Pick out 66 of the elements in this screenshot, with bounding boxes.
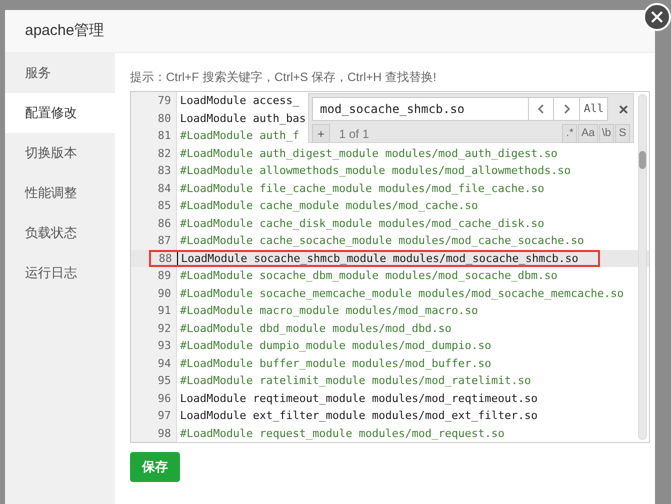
line-number: 86 <box>156 216 172 232</box>
code-line: #LoadModule auth_digest_module modules/mod_auth_digest.so <box>179 146 558 160</box>
match-count: 1 of 1 <box>339 126 370 142</box>
close-button[interactable] <box>643 3 671 31</box>
code-line: #LoadModule allowmethods_module modules/mod_allowmethods.so <box>179 164 571 178</box>
sidebar-tab[interactable]: 负载状态 <box>5 213 115 253</box>
code-line: #LoadModule cache_socache_module modules/mod_cache_socache.so <box>179 234 584 248</box>
sidebar-tab[interactable]: 服务 <box>5 53 115 93</box>
search-option-button[interactable]: \b <box>598 124 614 143</box>
line-number: 88 <box>158 252 173 265</box>
line-number: 79 <box>156 93 172 110</box>
search-input[interactable]: mod_socache_shmcb.so <box>312 97 529 121</box>
code-line: LoadModule auth_bas <box>179 112 306 125</box>
code-line: #LoadModule socache_memcache_module modules/mod_socache_memcache.so <box>179 286 624 300</box>
line-number: 80 <box>156 110 172 127</box>
code-line: LoadModule reqtimeout_module modules/mod_reqtimeout.so <box>179 392 538 405</box>
previous-button[interactable] <box>528 97 554 121</box>
code-line: LoadModule socache_shmcb_module modules/mod_socache_shmcb.so <box>177 252 578 265</box>
code-line: #LoadModule auth_f <box>179 129 300 142</box>
code-editor[interactable] <box>130 91 650 443</box>
line-number: 85 <box>156 198 172 214</box>
line-number: 83 <box>156 163 172 180</box>
line-number: 97 <box>156 408 172 424</box>
search-option-button[interactable]: Aa <box>578 124 598 143</box>
dialog-title: apache管理 <box>25 20 104 41</box>
next-button[interactable] <box>554 97 580 121</box>
line-number: 94 <box>156 356 172 372</box>
line-number: 89 <box>156 268 172 284</box>
chevron-right-icon <box>562 104 571 114</box>
line-number: 90 <box>156 286 172 302</box>
code-line: #LoadModule ratelimit_module modules/mod_ratelimit.so <box>179 374 531 388</box>
code-line: #LoadModule socache_dbm_module modules/mod_socache_dbm.so <box>179 269 558 282</box>
chevron-left-icon <box>537 104 546 114</box>
line-number: 95 <box>156 373 172 390</box>
line-number: 87 <box>156 233 172 250</box>
code-line: LoadModule access_ <box>179 94 300 108</box>
sidebar-tab[interactable]: 运行日志 <box>5 253 115 293</box>
close-icon <box>618 104 628 114</box>
add-button[interactable]: + <box>312 124 330 143</box>
sidebar-tab[interactable]: 配置修改 <box>5 93 115 133</box>
hint-text: 提示：Ctrl+F 搜索关键字，Ctrl+S 保存，Ctrl+H 查找替换! <box>130 69 438 85</box>
close-icon <box>651 11 663 23</box>
sidebar-tab[interactable]: 切换版本 <box>5 133 115 173</box>
all-button[interactable]: All <box>580 97 608 121</box>
code-line: #LoadModule request_module modules/mod_request.so <box>179 426 505 440</box>
line-number: 98 <box>156 426 172 442</box>
sidebar-tab[interactable]: 性能调整 <box>5 173 115 213</box>
code-line: #LoadModule cache_module modules/mod_cache.so <box>179 199 478 212</box>
code-line: #LoadModule buffer_module modules/mod_buffer.so <box>179 356 492 370</box>
code-line: #LoadModule dbd_module modules/mod_dbd.so <box>179 322 452 335</box>
search-option-button[interactable]: .* <box>562 124 578 143</box>
code-line: #LoadModule dumpio_module modules/mod_dumpio.so <box>179 339 492 352</box>
code-line: LoadModule ext_filter_module modules/mod_ext_filter.so <box>179 409 538 422</box>
line-number: 92 <box>156 320 172 337</box>
code-line: #LoadModule file_cache_module modules/mod_file_cache.so <box>179 182 544 195</box>
scrollbar[interactable] <box>638 94 647 440</box>
line-number: 91 <box>156 303 172 320</box>
line-number: 81 <box>156 128 172 144</box>
code-line: #LoadModule macro_module modules/mod_macro.so <box>179 304 478 318</box>
line-number: 82 <box>156 146 172 162</box>
code-line: #LoadModule cache_disk_module modules/mod_cache_disk.so <box>179 216 544 230</box>
scrollbar-thumb[interactable] <box>639 151 646 169</box>
line-number: 93 <box>156 338 172 354</box>
line-number: 84 <box>156 180 172 197</box>
search-option-button[interactable]: S <box>615 124 630 143</box>
line-number: 96 <box>156 390 172 407</box>
